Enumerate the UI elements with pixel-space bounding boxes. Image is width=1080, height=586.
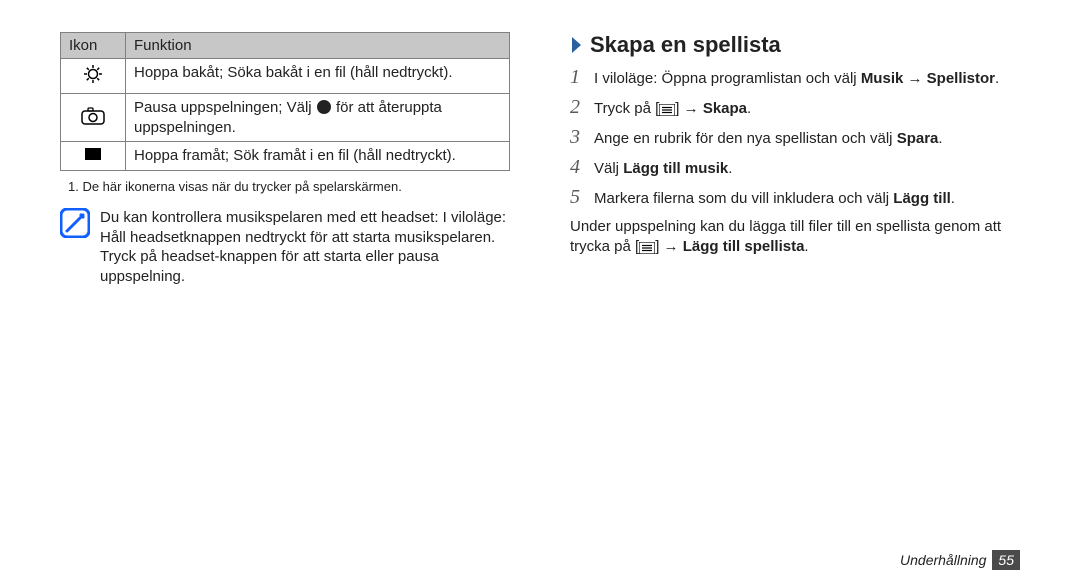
step-number: 1: [570, 64, 584, 91]
step-text: .: [951, 190, 955, 207]
next-square-icon: [83, 146, 103, 162]
after-steps-text: ] →: [655, 238, 683, 255]
steps-list: 1 I viloläge: Öppna programlistan och vä…: [570, 64, 1020, 211]
step-number: 4: [570, 154, 584, 181]
menu-icon: [639, 242, 655, 254]
step-text: I viloläge: Öppna programlistan och välj: [594, 70, 861, 87]
step-text: Tryck på [: [594, 100, 659, 117]
step-text: .: [995, 70, 999, 87]
step-text: Välj: [594, 160, 623, 177]
note-box: Du kan kontrollera musikspelaren med ett…: [60, 208, 510, 286]
step-bold: Lägg till: [893, 190, 951, 207]
row2-function: Pausa uppspelningen; Välj för att återup…: [126, 94, 510, 142]
footnote: 1. De här ikonerna visas när du trycker …: [68, 179, 510, 194]
after-steps-paragraph: Under uppspelning kan du lägga till file…: [570, 217, 1020, 258]
prev-gear-icon: [82, 63, 104, 85]
after-steps-text: .: [804, 238, 808, 255]
footer-category: Underhållning: [900, 552, 986, 568]
step-5: 5 Markera filerna som du vill inkludera …: [570, 184, 1020, 211]
row2-icon-cell: [61, 94, 126, 142]
menu-icon: [659, 104, 675, 116]
row2-pre: Pausa uppspelningen; Välj: [134, 99, 316, 116]
step-arrow: →: [903, 70, 926, 87]
step-text: .: [938, 130, 942, 147]
step-4: 4 Välj Lägg till musik.: [570, 154, 1020, 181]
page-footer: Underhållning 55: [900, 550, 1020, 570]
step-2: 2 Tryck på [ ] → Skapa.: [570, 94, 1020, 121]
step-bold: Spellistor: [927, 70, 995, 87]
col-header-icon: Ikon: [61, 33, 126, 59]
row1-function: Hoppa bakåt; Söka bakåt i en fil (håll n…: [126, 59, 510, 94]
section-heading: Skapa en spellista: [570, 32, 1020, 58]
play-circle-icon: [316, 99, 332, 115]
step-bold: Spara: [897, 130, 939, 147]
note-icon: [60, 208, 90, 242]
row3-icon-cell: [61, 142, 126, 171]
step-number: 2: [570, 94, 584, 121]
step-text: .: [728, 160, 732, 177]
step-text: .: [747, 100, 751, 117]
pause-camera-icon: [81, 107, 105, 125]
step-text: ] →: [675, 100, 703, 117]
footer-page-number: 55: [992, 550, 1020, 570]
icon-function-table: Ikon Funktion Hoppa bakåt; Söka bakåt i …: [60, 32, 510, 171]
step-text: Markera filerna som du vill inkludera oc…: [594, 190, 893, 207]
step-text: Ange en rubrik för den nya spellistan oc…: [594, 130, 897, 147]
row1-icon-cell: [61, 59, 126, 94]
step-number: 5: [570, 184, 584, 211]
step-bold: Lägg till musik: [623, 160, 728, 177]
section-heading-text: Skapa en spellista: [590, 32, 781, 58]
row3-function: Hoppa framåt; Sök framåt i en fil (håll …: [126, 142, 510, 171]
note-text: Du kan kontrollera musikspelaren med ett…: [100, 208, 510, 286]
step-number: 3: [570, 124, 584, 151]
step-1: 1 I viloläge: Öppna programlistan och vä…: [570, 64, 1020, 91]
after-steps-bold: Lägg till spellista: [683, 238, 805, 255]
step-3: 3 Ange en rubrik för den nya spellistan …: [570, 124, 1020, 151]
chevron-right-icon: [570, 35, 584, 55]
step-bold: Musik: [861, 70, 904, 87]
step-bold: Skapa: [703, 100, 747, 117]
col-header-function: Funktion: [126, 33, 510, 59]
